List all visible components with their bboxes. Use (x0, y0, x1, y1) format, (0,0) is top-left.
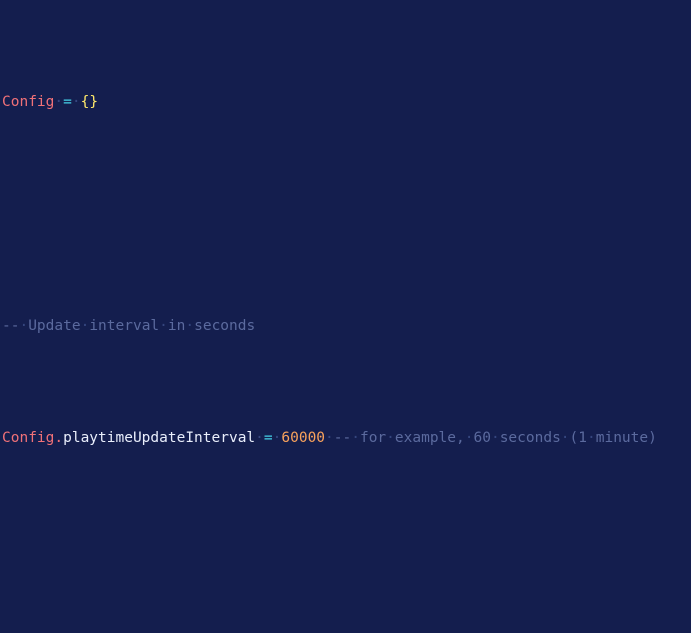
token-variable: Config (2, 93, 55, 110)
code-line[interactable]: --·Update·interval·in·seconds (2, 315, 691, 337)
whitespace-marker: · (325, 429, 334, 446)
code-line[interactable]: Config.playtimeUpdateInterval·=·60000·--… (2, 427, 691, 449)
token-comment: seconds (499, 429, 561, 446)
token-comment: 60 (473, 429, 491, 446)
token-variable: Config. (2, 429, 64, 446)
token-comment: (1 (569, 429, 587, 446)
token-number: 60000 (281, 429, 326, 446)
token-comment: example, (394, 429, 465, 446)
whitespace-marker: · (386, 429, 395, 446)
token-operator: = (263, 429, 273, 446)
code-line[interactable]: Config·=·{} (2, 91, 691, 113)
token-property: playtimeUpdateInterval (63, 429, 256, 446)
whitespace-marker: · (54, 93, 64, 110)
whitespace-marker: · (490, 429, 500, 446)
whitespace-marker: · (185, 317, 195, 334)
token-comment: minute) (595, 429, 657, 446)
whitespace-marker: · (159, 317, 168, 334)
whitespace-marker: · (560, 429, 570, 446)
whitespace-marker: · (71, 93, 81, 110)
whitespace-marker: · (351, 429, 360, 446)
whitespace-marker: · (587, 429, 596, 446)
token-comment: for (359, 429, 387, 446)
code-editor-surface[interactable]: Config·=·{} --·Update·interval·in·second… (0, 0, 691, 633)
whitespace-marker: · (19, 317, 29, 334)
token-comment: -- (333, 429, 352, 446)
token-comment: interval (89, 317, 160, 334)
token-comment: -- (2, 317, 20, 334)
token-comment: Update (28, 317, 81, 334)
token-brace-pair: {} (80, 93, 99, 110)
token-operator: = (63, 93, 72, 110)
whitespace-marker: · (255, 429, 264, 446)
token-comment: in (167, 317, 186, 334)
token-comment: seconds (194, 317, 256, 334)
